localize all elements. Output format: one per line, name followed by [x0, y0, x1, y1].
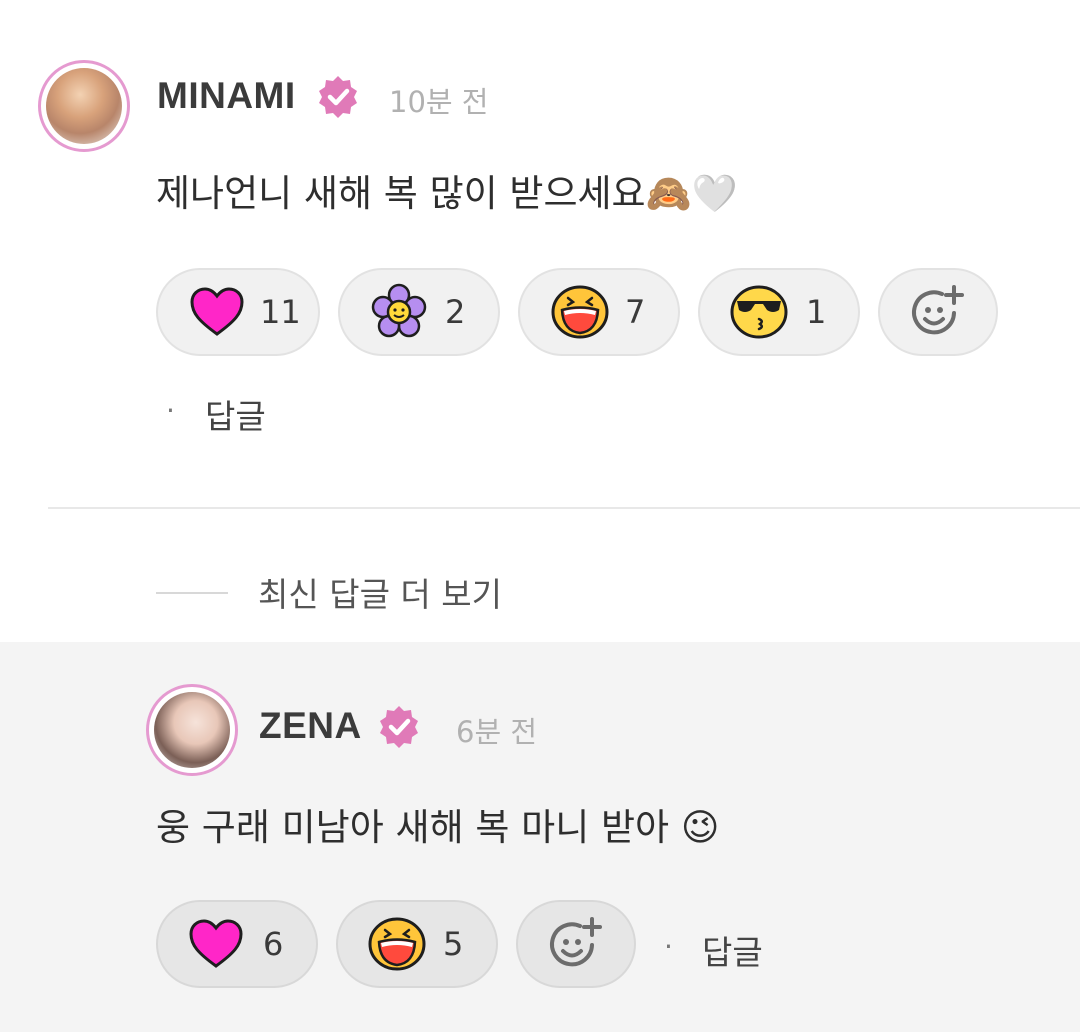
laughing-face-icon — [368, 917, 426, 971]
more-replies-button[interactable]: 최신 답글 더 보기 — [258, 568, 502, 616]
add-emoji-icon — [912, 285, 964, 335]
reaction-cool[interactable]: 1 — [698, 268, 860, 356]
verified-badge-icon — [319, 76, 357, 118]
reaction-laugh[interactable]: 5 — [336, 900, 498, 988]
divider — [48, 507, 1080, 509]
author-name[interactable]: MINAMI — [157, 75, 296, 117]
pink-heart-icon — [190, 287, 244, 336]
more-replies-line — [156, 592, 228, 594]
reaction-count: 2 — [445, 293, 466, 331]
author-name[interactable]: ZENA — [259, 705, 362, 747]
add-reaction-button[interactable] — [878, 268, 998, 356]
verified-badge-icon — [380, 706, 418, 748]
timestamp: 10분 전 — [389, 85, 489, 119]
comment-text: 웅 구래 미남아 새해 복 마니 받아 😉 — [156, 806, 720, 849]
avatar[interactable] — [146, 684, 238, 776]
reaction-count: 7 — [625, 293, 646, 331]
reply-button[interactable]: 답글 — [702, 926, 763, 974]
reply-button[interactable]: 답글 — [205, 390, 266, 438]
add-reaction-button[interactable] — [516, 900, 636, 988]
reaction-heart[interactable]: 6 — [156, 900, 318, 988]
add-emoji-icon — [550, 917, 602, 967]
reaction-flower[interactable]: 2 — [338, 268, 500, 356]
reaction-count: 6 — [263, 925, 284, 963]
comment-text: 제나언니 새해 복 많이 받으세요🙈🤍 — [156, 172, 738, 215]
reaction-laugh[interactable]: 7 — [518, 268, 680, 356]
reaction-count: 11 — [260, 293, 301, 331]
purple-flower-icon — [371, 283, 427, 338]
timestamp: 6분 전 — [456, 715, 538, 749]
reaction-count: 5 — [443, 925, 464, 963]
reaction-count: 1 — [806, 293, 827, 331]
reply-card: ZENA 6분 전 웅 구래 미남아 새해 복 마니 받아 😉 6 5 · 답글 — [0, 642, 1080, 1032]
separator-dot: · — [664, 930, 673, 963]
pink-heart-icon — [189, 919, 243, 968]
separator-dot: · — [166, 394, 175, 427]
laughing-face-icon — [551, 285, 609, 339]
sunglasses-kiss-face-icon — [730, 285, 788, 339]
reaction-heart[interactable]: 11 — [156, 268, 320, 356]
avatar[interactable] — [38, 60, 130, 152]
